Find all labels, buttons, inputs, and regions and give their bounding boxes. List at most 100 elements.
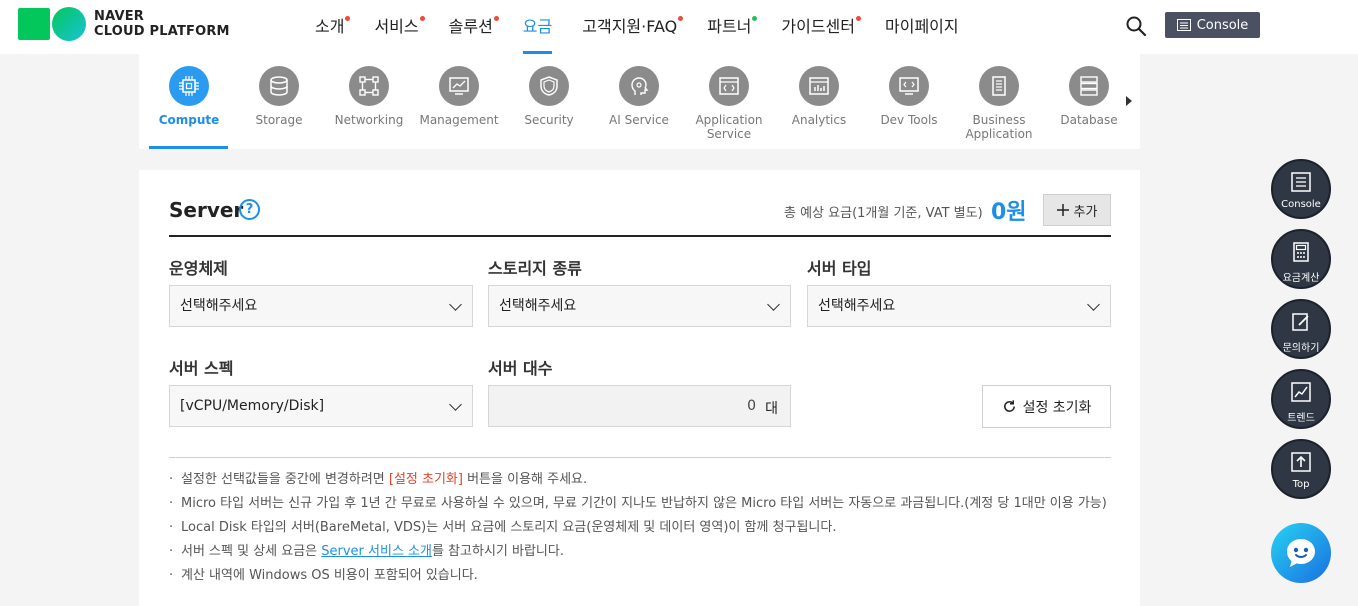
nav-dot — [493, 16, 499, 21]
logo-line-2: CLOUD PLATFORM — [94, 24, 230, 39]
console-sliders-icon — [1291, 172, 1311, 192]
tab-application-service[interactable]: Application Service — [684, 66, 774, 141]
server-spec-select-value: [vCPU/Memory/Disk] — [180, 398, 325, 414]
chatbot-face-icon — [1287, 539, 1315, 567]
chatbot-button[interactable] — [1271, 523, 1331, 583]
code-monitor-icon — [889, 66, 929, 106]
console-button[interactable]: Console — [1165, 12, 1260, 38]
help-icon[interactable]: ? — [239, 199, 260, 220]
tab-label: Networking — [334, 113, 404, 127]
logo-text: NAVER CLOUD PLATFORM — [94, 9, 230, 39]
chevron-down-icon — [449, 298, 462, 311]
server-intro-link[interactable]: Server 서비스 소개 — [321, 544, 432, 559]
tab-business-application[interactable]: Business Application — [954, 66, 1044, 141]
tab-networking[interactable]: Networking — [324, 66, 414, 127]
float-pricing-calc-label: 요금계산 — [1282, 273, 1320, 284]
tab-compute[interactable]: Compute — [144, 66, 234, 127]
active-tab-indicator — [149, 146, 228, 149]
os-select-value: 선택해주세요 — [180, 298, 258, 314]
tab-label: Compute — [158, 113, 220, 127]
server-count-input[interactable]: 0 대 — [488, 385, 791, 427]
nav-dot — [678, 16, 684, 21]
server-type-select[interactable]: 선택해주세요 — [807, 285, 1111, 327]
tab-database[interactable]: Database — [1044, 66, 1134, 127]
float-inquiry-label: 문의하기 — [1282, 343, 1320, 354]
reset-hint-highlight: [설정 초기화] — [388, 472, 463, 487]
naver-cloud-logo[interactable]: NAVER CLOUD PLATFORM — [18, 7, 230, 41]
chevron-down-icon — [767, 298, 780, 311]
nav-item-partner[interactable]: 파트너 — [692, 0, 766, 54]
shield-icon — [529, 66, 569, 106]
main-nav: 소개 서비스 솔루션 요금 고객지원·FAQ 파트너 가이드센터 마이페이지 — [300, 0, 974, 54]
server-count-label: 서버 대수 — [488, 359, 553, 378]
scroll-top-button[interactable]: Top — [1271, 439, 1331, 499]
service-category-tabs: Compute Storage Networking Management Se… — [139, 54, 1140, 149]
nav-item-guide-center[interactable]: 가이드센터 — [766, 0, 870, 54]
tab-label: AI Service — [609, 113, 669, 127]
search-icon[interactable] — [1125, 15, 1147, 37]
nav-item-mypage[interactable]: 마이페이지 — [870, 0, 974, 54]
storage-type-label: 스토리지 종류 — [488, 259, 582, 278]
trend-chart-icon — [1291, 382, 1311, 402]
float-inquiry-button[interactable]: 문의하기 — [1271, 299, 1331, 359]
scroll-top-label: Top — [1292, 479, 1310, 490]
storage-type-select[interactable]: 선택해주세요 — [488, 285, 791, 327]
add-button[interactable]: 추가 — [1043, 194, 1111, 226]
tab-management[interactable]: Management — [414, 66, 504, 127]
add-button-label: 추가 — [1073, 204, 1098, 220]
reset-settings-button[interactable]: 설정 초기화 — [982, 385, 1111, 428]
refresh-icon — [1003, 400, 1015, 412]
nav-item-support-faq[interactable]: 고객지원·FAQ — [567, 0, 692, 54]
nav-dot — [345, 16, 351, 21]
next-arrow-icon[interactable] — [1126, 96, 1132, 106]
list-item: 설정한 선택값들을 중간에 변경하려면 [설정 초기화] 버튼을 이용해 주세요… — [169, 468, 1119, 492]
tab-label: Management — [419, 113, 499, 127]
float-trend-label: 트렌드 — [1287, 413, 1315, 424]
notes-list: 설정한 선택값들을 중간에 변경하려면 [설정 초기화] 버튼을 이용해 주세요… — [169, 468, 1119, 588]
server-calculator-card: Server ? 총 예상 요금(1개월 기준, VAT 별도) 0원 추가 운… — [139, 170, 1140, 606]
os-select[interactable]: 선택해주세요 — [169, 285, 473, 327]
logo-line-1: NAVER — [94, 9, 145, 24]
server-stack-icon — [1069, 66, 1109, 106]
ai-head-icon — [619, 66, 659, 106]
float-console-button[interactable]: Console — [1271, 159, 1331, 219]
server-type-select-value: 선택해주세요 — [818, 298, 896, 314]
database-icon — [259, 66, 299, 106]
tab-label: Business Application — [965, 113, 1033, 141]
tab-ai-service[interactable]: AI Service — [594, 66, 684, 127]
tab-label: Database — [1060, 113, 1118, 127]
float-pricing-calc-button[interactable]: 요금계산 — [1271, 229, 1331, 289]
analytics-icon — [799, 66, 839, 106]
tab-dev-tools[interactable]: Dev Tools — [864, 66, 954, 127]
nav-dot — [419, 16, 425, 21]
nav-item-solutions[interactable]: 솔루션 — [434, 0, 508, 54]
nav-item-services[interactable]: 서비스 — [359, 0, 433, 54]
nav-item-pricing[interactable]: 요금 — [508, 0, 567, 54]
tab-storage[interactable]: Storage — [234, 66, 324, 127]
header-divider — [169, 235, 1111, 237]
float-trend-button[interactable]: 트렌드 — [1271, 369, 1331, 429]
tab-label: Storage — [255, 113, 303, 127]
tab-analytics[interactable]: Analytics — [774, 66, 864, 127]
chevron-down-icon — [449, 398, 462, 411]
chevron-down-icon — [1087, 298, 1100, 311]
nav-item-intro[interactable]: 소개 — [300, 0, 359, 54]
cpu-icon — [169, 66, 209, 106]
notes-divider — [169, 457, 1111, 458]
calculator-icon — [1293, 242, 1309, 262]
tab-label: Dev Tools — [880, 113, 938, 127]
logo-square-mark — [18, 8, 50, 40]
plus-icon — [1056, 204, 1069, 216]
list-item: 서버 스펙 및 상세 요금은 Server 서비스 소개를 참고하시기 바랍니다… — [169, 540, 1119, 564]
list-item: 계산 내역에 Windows OS 비용이 포함되어 있습니다. — [169, 564, 1119, 588]
server-type-label: 서버 타입 — [807, 259, 872, 278]
tab-security[interactable]: Security — [504, 66, 594, 127]
tab-label: Application Service — [695, 113, 763, 141]
page-title: Server — [169, 198, 244, 222]
console-button-label: Console — [1196, 17, 1249, 33]
server-spec-label: 서버 스펙 — [169, 359, 234, 378]
app-window-icon — [709, 66, 749, 106]
console-list-icon — [1176, 19, 1191, 31]
server-spec-select[interactable]: [vCPU/Memory/Disk] — [169, 385, 473, 427]
nav-dot — [856, 16, 861, 21]
